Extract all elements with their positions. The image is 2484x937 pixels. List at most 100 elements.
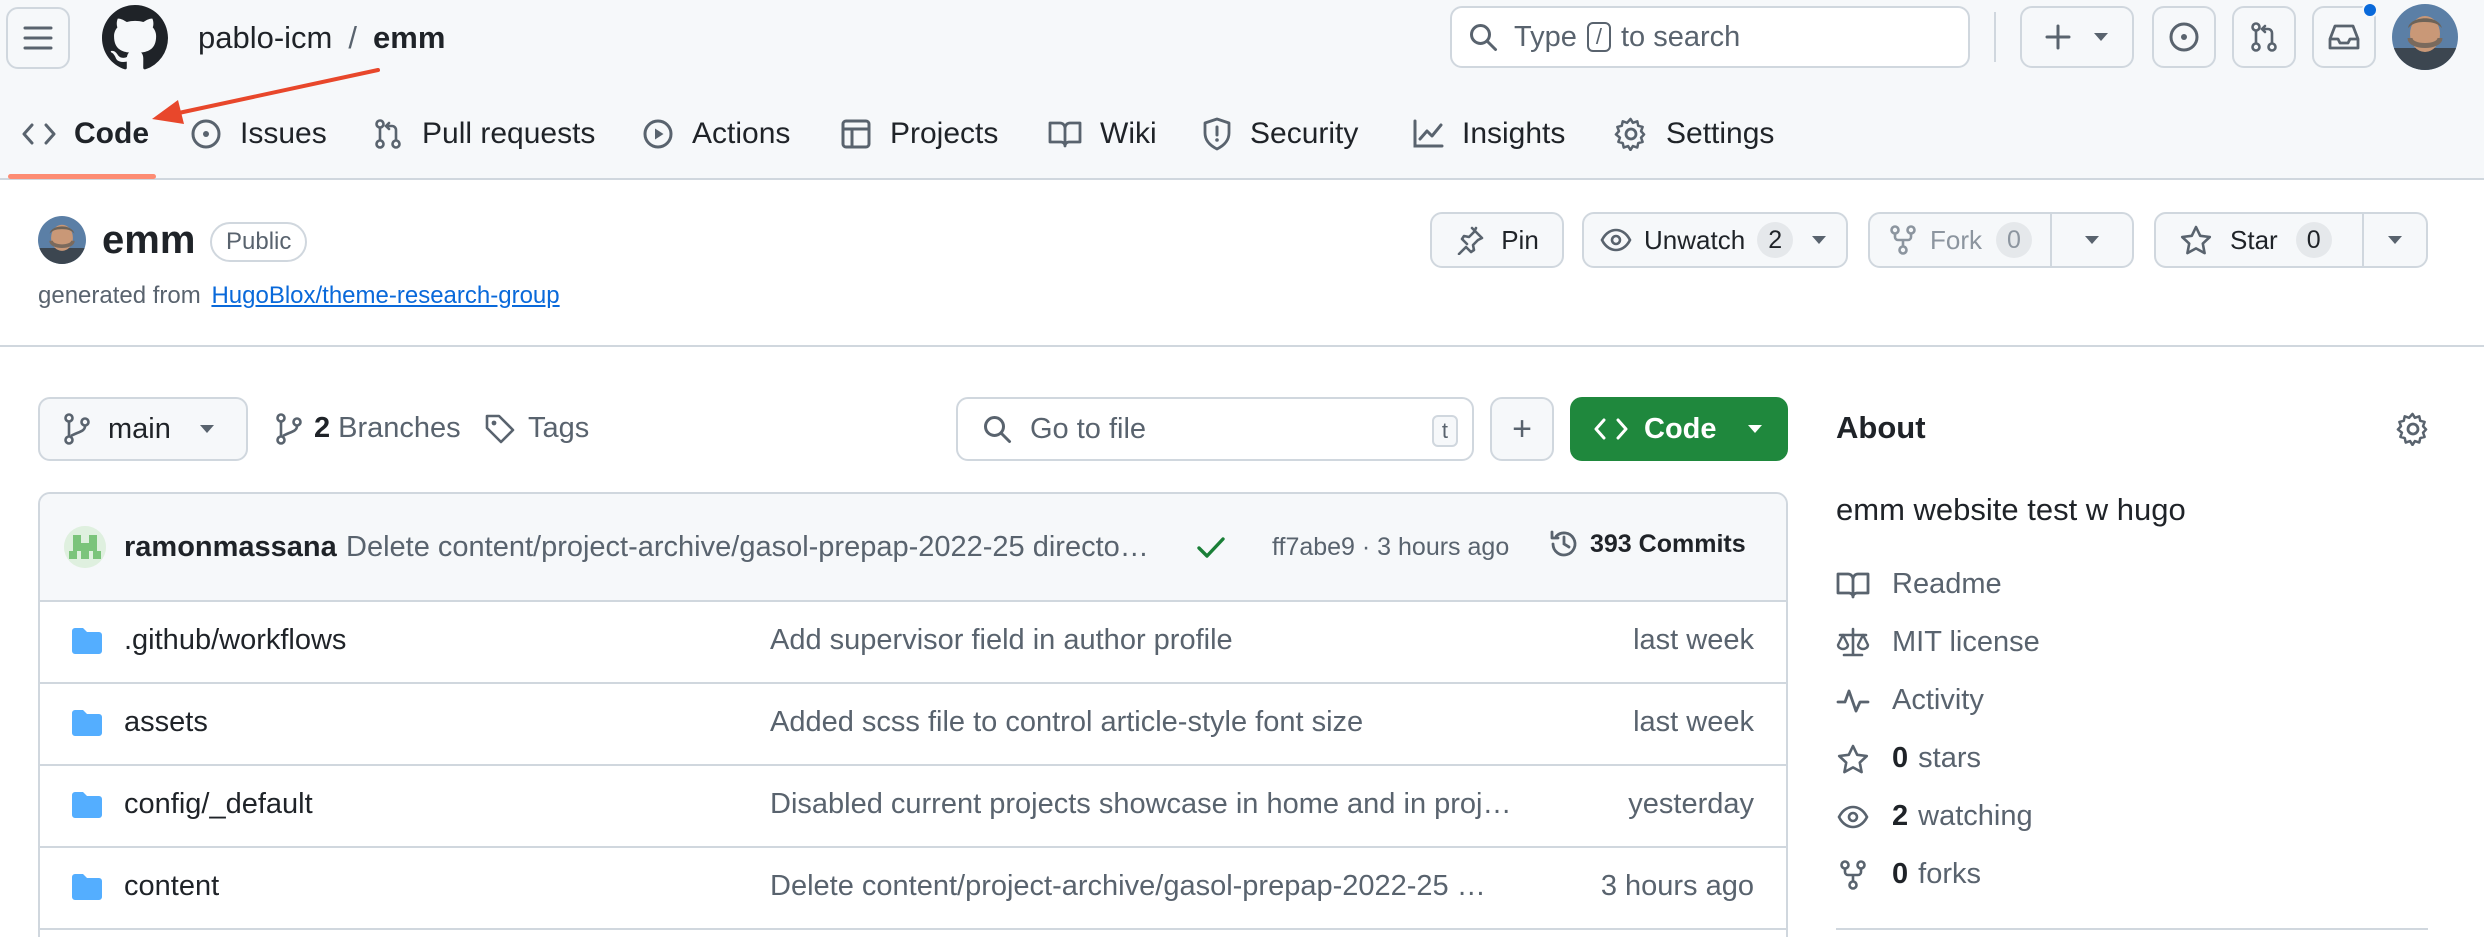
sidebar-divider: [1836, 928, 2428, 930]
commit-author-avatar[interactable]: [64, 526, 106, 568]
file-commit-message[interactable]: Added scss file to control article-style…: [770, 706, 1363, 739]
search-shortcut-key: /: [1586, 22, 1611, 52]
file-commit-date: last week: [1633, 706, 1754, 738]
pulse-icon: [1836, 687, 1870, 715]
code-icon: [1594, 416, 1628, 442]
menu-button[interactable]: [6, 7, 70, 69]
commits-count: 393 Commits: [1590, 529, 1746, 558]
issues-button[interactable]: [2152, 6, 2216, 68]
tags-label: Tags: [528, 412, 590, 444]
tab-issues[interactable]: Issues: [190, 104, 327, 164]
file-commit-message[interactable]: Add supervisor field in author profile: [770, 624, 1233, 657]
visibility-badge: Public: [210, 222, 308, 262]
table-row[interactable]: .github/workflows Add supervisor field i…: [40, 600, 1786, 682]
watching-link[interactable]: 2 watching: [1836, 800, 2033, 833]
create-new-button[interactable]: [2020, 6, 2134, 68]
folder-icon: [70, 626, 104, 656]
commit-author[interactable]: ramonmassana: [124, 531, 337, 564]
readme-link[interactable]: Readme: [1836, 568, 2002, 601]
generated-from-label: generated from: [38, 282, 201, 309]
commits-history-link[interactable]: 393 Commits: [1548, 528, 1746, 560]
file-commit-message[interactable]: Delete content/project-archive/gasol-pre…: [770, 870, 1486, 903]
table-row[interactable]: content Delete content/project-archive/g…: [40, 846, 1786, 928]
commit-hash-time[interactable]: ff7abe9 · 3 hours ago: [1272, 533, 1509, 562]
code-button-label: Code: [1644, 412, 1717, 445]
repo-forked-icon: [1890, 225, 1916, 255]
repo-title-bar: emm Public generated from HugoBlox/theme…: [0, 182, 2484, 347]
plus-icon: [2045, 24, 2071, 50]
tab-label: Code: [74, 117, 149, 150]
code-dropdown-button[interactable]: Code: [1570, 397, 1788, 461]
stars-count: 0: [1892, 742, 1909, 774]
star-dropdown-button[interactable]: [2362, 212, 2428, 268]
stars-link[interactable]: 0 stars: [1836, 742, 1981, 775]
star-button[interactable]: Star 0: [2154, 212, 2364, 268]
folder-icon: [70, 708, 104, 738]
tab-pull-requests[interactable]: Pull requests: [372, 104, 595, 164]
tab-label: Pull requests: [422, 117, 596, 150]
tab-label: Projects: [890, 117, 999, 150]
unwatch-button[interactable]: Unwatch 2: [1582, 212, 1848, 268]
readme-label: Readme: [1892, 568, 2002, 600]
file-name[interactable]: content: [124, 870, 219, 903]
file-commit-date: yesterday: [1628, 788, 1754, 820]
tab-label: Issues: [240, 117, 327, 150]
check-icon: [1196, 534, 1226, 560]
tab-wiki[interactable]: Wiki: [1048, 104, 1157, 164]
branches-link[interactable]: 2 Branches: [276, 412, 461, 445]
tab-label: Settings: [1666, 117, 1775, 150]
repo-link[interactable]: emm: [373, 20, 445, 56]
file-commit-message[interactable]: Disabled current projects showcase in ho…: [770, 788, 1511, 821]
generated-from-line: generated from HugoBlox/theme-research-g…: [38, 282, 560, 310]
branches-label: Branches: [338, 412, 461, 444]
owner-link[interactable]: pablo-icm: [198, 20, 332, 56]
search-icon: [1468, 22, 1498, 52]
file-name[interactable]: assets: [124, 706, 208, 739]
template-link[interactable]: HugoBlox/theme-research-group: [211, 282, 559, 309]
file-name[interactable]: config/_default: [124, 788, 313, 821]
user-avatar[interactable]: [2392, 4, 2458, 70]
go-to-file-input[interactable]: Go to file t: [956, 397, 1474, 461]
breadcrumb: pablo-icm / emm: [198, 20, 445, 56]
add-file-button[interactable]: +: [1490, 397, 1554, 461]
tab-security[interactable]: Security: [1202, 104, 1358, 164]
star-count: 0: [2295, 222, 2332, 258]
fork-button[interactable]: Fork 0: [1868, 212, 2052, 268]
branch-selector[interactable]: main: [38, 397, 248, 461]
pull-requests-button[interactable]: [2232, 6, 2296, 68]
repo-forked-icon: [1836, 859, 1870, 890]
branch-name: main: [108, 412, 171, 445]
commit-message[interactable]: Delete content/project-archive/gasol-pre…: [346, 531, 1149, 564]
search-prefix: Type: [1514, 20, 1577, 53]
repo-name[interactable]: emm: [102, 218, 195, 263]
triangle-down-icon: [1747, 424, 1763, 434]
tab-projects[interactable]: Projects: [840, 104, 998, 164]
pin-button[interactable]: Pin: [1430, 212, 1564, 268]
tags-link[interactable]: Tags: [484, 412, 589, 445]
about-heading: About: [1836, 410, 1926, 445]
license-link[interactable]: MIT license: [1836, 626, 2040, 659]
tab-actions[interactable]: Actions: [642, 104, 790, 164]
file-name[interactable]: .github/workflows: [124, 624, 346, 657]
tab-insights[interactable]: Insights: [1412, 104, 1565, 164]
triangle-down-icon: [2387, 235, 2403, 245]
gear-icon[interactable]: [2396, 412, 2430, 446]
graph-icon: [1412, 119, 1444, 149]
law-icon: [1836, 627, 1870, 659]
watch-count: 2: [1757, 222, 1794, 258]
activity-label: Activity: [1892, 684, 1984, 716]
stars-label: stars: [1918, 742, 1981, 774]
triangle-down-icon: [199, 424, 215, 434]
eye-icon: [1600, 228, 1632, 252]
fork-dropdown-button[interactable]: [2050, 212, 2134, 268]
forks-label: forks: [1918, 858, 1981, 890]
tab-code[interactable]: Code: [22, 104, 149, 164]
tab-settings[interactable]: Settings: [1614, 104, 1774, 164]
table-row[interactable]: config/_default Disabled current project…: [40, 764, 1786, 846]
forks-link[interactable]: 0 forks: [1836, 858, 1981, 891]
activity-link[interactable]: Activity: [1836, 684, 1984, 717]
search-suffix: to search: [1621, 20, 1741, 53]
active-tab-underline: [8, 174, 156, 179]
table-row[interactable]: assets Added scss file to control articl…: [40, 682, 1786, 764]
global-search-input[interactable]: Type / to search: [1450, 6, 1970, 68]
